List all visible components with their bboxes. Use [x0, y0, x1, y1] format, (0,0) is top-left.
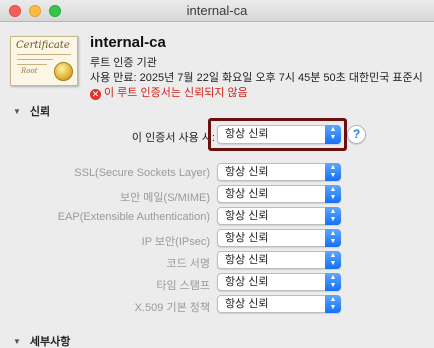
trust-row-label-ipsec: IP 보안(IPsec): [141, 236, 210, 248]
certificate-icon-line: [17, 64, 47, 65]
window-title: internal-ca: [186, 3, 248, 18]
trust-row-label-timestamp: 타임 스탬프: [156, 280, 210, 292]
trust-row-label-eap: EAP(Extensible Authentication): [57, 211, 210, 223]
trust-popup-x509[interactable]: 항상 신뢰 ▲ ▼: [217, 295, 341, 313]
up-down-chevron-icon: ▲ ▼: [325, 229, 341, 247]
trust-popup-value: 항상 신뢰: [225, 188, 269, 200]
trust-main-popup-value: 항상 신뢰: [225, 128, 269, 140]
trust-popup-value: 항상 신뢰: [225, 276, 269, 288]
up-down-chevron-icon: ▲ ▼: [325, 185, 341, 203]
trust-row-label-smime: 보안 메일(S/MIME): [120, 192, 210, 204]
trust-row-label-code-signing: 코드 서명: [166, 258, 210, 270]
details-section-label: 세부사항: [29, 336, 71, 348]
certificate-name: internal-ca: [90, 34, 166, 51]
disclosure-triangle-icon[interactable]: ▼: [13, 107, 21, 116]
trust-row-label-x509: X.509 기본 정책: [134, 302, 210, 314]
certificate-icon-title: Certificate: [16, 40, 70, 51]
certificate-icon-line: [17, 54, 71, 55]
trust-section-toggle[interactable]: ▼ 신뢰: [13, 103, 50, 119]
certificate-seal-icon: [54, 62, 73, 81]
trust-main-label: 이 인증서 사용 시:: [131, 132, 215, 144]
trust-popup-eap[interactable]: 항상 신뢰 ▲ ▼: [217, 207, 341, 225]
error-circle-icon: ✕: [90, 89, 101, 100]
details-section-toggle[interactable]: ▼ 세부사항: [13, 333, 70, 348]
trust-row-label-ssl: SSL(Secure Sockets Layer): [74, 167, 210, 179]
disclosure-triangle-icon[interactable]: ▼: [13, 337, 21, 346]
up-down-chevron-icon: ▲ ▼: [325, 251, 341, 269]
trust-popup-value: 항상 신뢰: [225, 210, 269, 222]
certificate-warning: ✕ 이 루트 인증서는 신뢰되지 않음: [90, 84, 248, 100]
up-down-chevron-icon: ▲ ▼: [325, 163, 341, 181]
trust-popup-value: 항상 신뢰: [225, 166, 269, 178]
trust-popup-code-signing[interactable]: 항상 신뢰 ▲ ▼: [217, 251, 341, 269]
trust-popup-ssl[interactable]: 항상 신뢰 ▲ ▼: [217, 163, 341, 181]
trust-popup-value: 항상 신뢰: [225, 298, 269, 310]
trust-main-popup[interactable]: 항상 신뢰 ▲ ▼: [217, 125, 341, 144]
trust-popup-smime[interactable]: 항상 신뢰 ▲ ▼: [217, 185, 341, 203]
trust-popup-ipsec[interactable]: 항상 신뢰 ▲ ▼: [217, 229, 341, 247]
trust-popup-value: 항상 신뢰: [225, 232, 269, 244]
trust-section-label: 신뢰: [29, 106, 51, 118]
window-titlebar: internal-ca: [0, 0, 434, 22]
certificate-icon: Certificate Root: [10, 36, 78, 86]
up-down-chevron-icon: ▲ ▼: [325, 295, 341, 313]
trust-popup-value: 항상 신뢰: [225, 254, 269, 266]
up-down-chevron-icon: ▲ ▼: [325, 207, 341, 225]
up-down-chevron-icon: ▲ ▼: [325, 273, 341, 291]
trust-popup-timestamp[interactable]: 항상 신뢰 ▲ ▼: [217, 273, 341, 291]
certificate-icon-subtitle: Root: [21, 67, 38, 75]
certificate-warning-text: 이 루트 인증서는 신뢰되지 않음: [104, 87, 248, 99]
help-button[interactable]: ?: [347, 125, 366, 144]
up-down-chevron-icon: ▲ ▼: [325, 125, 341, 144]
certificate-expiry: 사용 만료: 2025년 7월 22일 화요일 오후 7시 45분 50초 대한…: [90, 72, 423, 84]
certificate-kind: 루트 인증 기관: [90, 57, 157, 69]
certificate-icon-line: [17, 59, 53, 60]
